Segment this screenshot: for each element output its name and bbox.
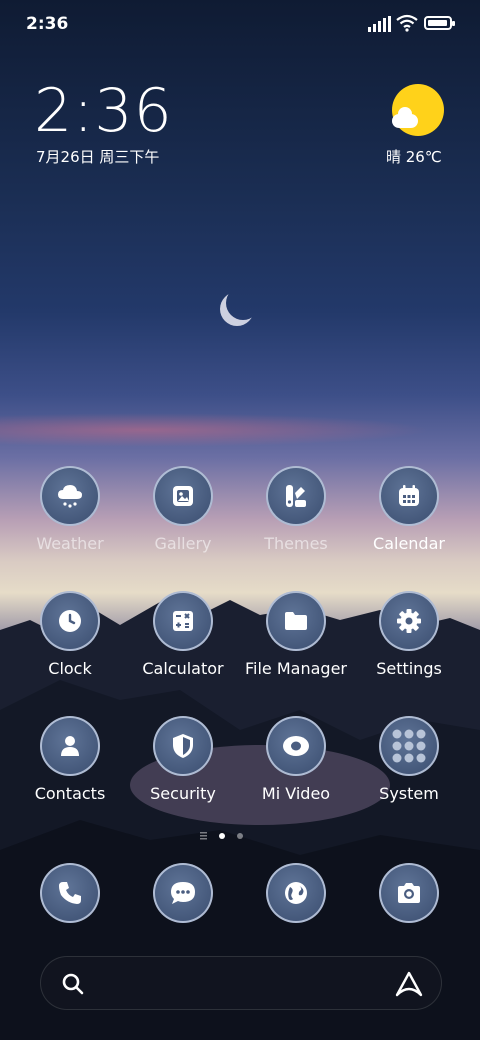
- phone-icon: [40, 863, 100, 923]
- dock-browser[interactable]: [241, 863, 351, 923]
- sky-glow: [0, 410, 480, 450]
- app-label: File Manager: [245, 659, 347, 678]
- app-contacts[interactable]: Contacts: [15, 716, 125, 803]
- contacts-icon: [40, 716, 100, 776]
- browser-icon: [266, 863, 326, 923]
- moon-decoration: [226, 286, 260, 320]
- page-indicator[interactable]: [200, 830, 250, 842]
- app-weather[interactable]: Weather: [15, 466, 125, 553]
- wifi-icon: [396, 14, 418, 32]
- page-dot: [237, 833, 243, 839]
- app-clock[interactable]: Clock: [15, 591, 125, 678]
- app-folder-system[interactable]: System: [354, 716, 464, 803]
- page-dot-active: [219, 833, 225, 839]
- video-icon: [266, 716, 326, 776]
- status-time: 2:36: [26, 14, 69, 34]
- list-page-icon: [200, 832, 207, 840]
- app-gallery[interactable]: Gallery: [128, 466, 238, 553]
- app-label: Gallery: [154, 534, 212, 553]
- dock-camera[interactable]: [354, 863, 464, 923]
- battery-icon: [424, 16, 455, 30]
- app-label: Clock: [48, 659, 92, 678]
- camera-icon: [379, 863, 439, 923]
- app-calendar[interactable]: Calendar: [354, 466, 464, 553]
- app-security[interactable]: Security: [128, 716, 238, 803]
- app-label: Weather: [36, 534, 104, 553]
- gallery-icon: [153, 466, 213, 526]
- dock-messages[interactable]: [128, 863, 238, 923]
- clock-icon: [40, 591, 100, 651]
- weather-icon: [40, 466, 100, 526]
- folder-grid-icon: [379, 716, 439, 776]
- app-label: Themes: [264, 534, 328, 553]
- status-bar: 2:36: [0, 0, 480, 50]
- app-label: Contacts: [34, 784, 106, 803]
- app-calculator[interactable]: Calculator: [128, 591, 238, 678]
- app-mi-video[interactable]: Mi Video: [241, 716, 351, 803]
- app-label: Security: [150, 784, 216, 803]
- app-label: Calendar: [373, 534, 445, 553]
- clock-widget-date[interactable]: 7月26日 周三下午: [36, 146, 159, 167]
- clock-widget-time[interactable]: 2:36: [34, 76, 173, 146]
- calculator-icon: [153, 591, 213, 651]
- weather-widget-text[interactable]: 晴 26℃: [386, 146, 442, 167]
- themes-icon: [266, 466, 326, 526]
- gear-icon: [379, 591, 439, 651]
- search-icon: [62, 973, 84, 995]
- calendar-icon: [379, 466, 439, 526]
- shield-icon: [153, 716, 213, 776]
- app-label: Calculator: [142, 659, 224, 678]
- signal-icon: [368, 16, 391, 32]
- app-label: System: [379, 784, 439, 803]
- folder-icon: [266, 591, 326, 651]
- app-label: Settings: [376, 659, 442, 678]
- message-icon: [153, 863, 213, 923]
- assistant-icon[interactable]: [395, 971, 423, 997]
- app-themes[interactable]: Themes: [241, 466, 351, 553]
- dock-phone[interactable]: [15, 863, 125, 923]
- app-settings[interactable]: Settings: [354, 591, 464, 678]
- cloud-icon: [392, 107, 418, 128]
- app-file-manager[interactable]: File Manager: [241, 591, 351, 678]
- search-bar[interactable]: [40, 956, 442, 1010]
- app-label: Mi Video: [261, 784, 331, 803]
